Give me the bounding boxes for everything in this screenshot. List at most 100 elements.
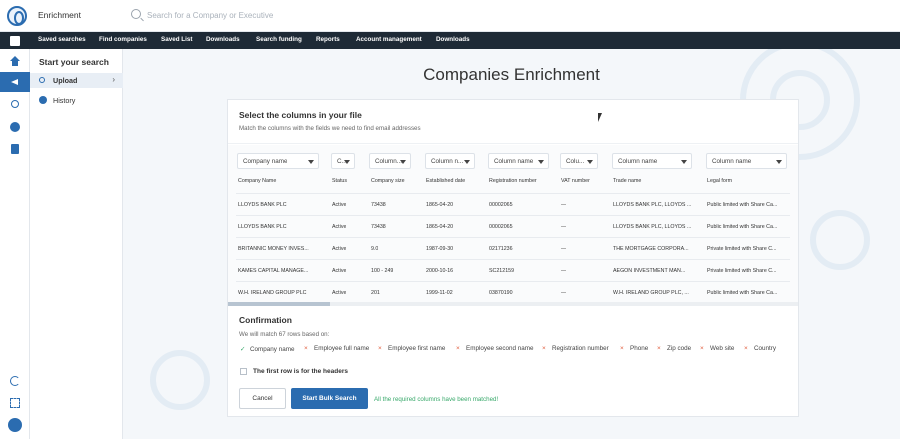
table-cell: — <box>561 202 567 208</box>
select-value: Column... <box>375 158 402 165</box>
column-select[interactable]: Column name <box>612 153 692 169</box>
column-select[interactable]: Column... <box>369 153 411 169</box>
column-select[interactable]: Column n... <box>425 153 475 169</box>
main-nav: Saved searches Find companies Saved List… <box>30 32 900 49</box>
section-subtitle: Match the columns with the fields we nee… <box>239 125 421 132</box>
chevron-down-icon <box>344 160 350 164</box>
table-cell: W.H. IRELAND GROUP PLC <box>238 290 307 296</box>
table-cell: 00002065 <box>489 202 513 208</box>
avatar[interactable] <box>8 418 22 432</box>
chevron-down-icon <box>776 160 782 164</box>
table-cell: 100 - 249 <box>371 268 394 274</box>
column-select[interactable]: Column name <box>706 153 787 169</box>
nav-reports[interactable]: Reports <box>316 36 340 43</box>
search-icon <box>131 9 141 19</box>
table-cell: LLOYDS BANK PLC <box>238 224 287 230</box>
column-select[interactable]: Column name <box>488 153 549 169</box>
chevron-right-icon: › <box>112 75 115 84</box>
table-row: KAMES CAPITAL MANAGE... Active 100 - 249… <box>236 259 790 281</box>
nav-search-funding[interactable]: Search funding <box>256 36 302 43</box>
table-cell: 1987-09-30 <box>426 246 454 252</box>
table-cell: BRITANNIC MONEY INVES... <box>238 246 309 252</box>
nav-downloads-2[interactable]: Downloads <box>436 36 470 43</box>
column-header: VAT number <box>561 178 590 184</box>
search-icon[interactable] <box>11 100 19 108</box>
bg-decoration <box>150 350 210 410</box>
column-header: Trade name <box>613 178 642 184</box>
table-cell: LLOYDS BANK PLC, LLOYDS ... <box>613 202 692 208</box>
table-cell: 02171236 <box>489 246 513 252</box>
table-cell: 9.0 <box>371 246 379 252</box>
cross-icon: × <box>304 345 308 352</box>
search-icon <box>39 77 45 83</box>
column-header: Established date <box>426 178 466 184</box>
cross-icon: × <box>378 345 382 352</box>
column-header: Status <box>332 178 348 184</box>
select-value: Column name <box>712 158 752 165</box>
cross-icon: × <box>456 345 460 352</box>
logo-icon[interactable] <box>7 6 27 26</box>
column-select[interactable]: C... <box>331 153 355 169</box>
nav-find-companies[interactable]: Find companies <box>99 36 147 43</box>
table-cell: 00002065 <box>489 224 513 230</box>
cross-icon: × <box>744 345 748 352</box>
nav-saved-searches[interactable]: Saved searches <box>38 36 86 43</box>
sidebar-item-upload[interactable]: Upload › <box>30 73 123 88</box>
headers-checkbox[interactable] <box>240 368 247 375</box>
match-label: Phone <box>630 345 649 352</box>
search-input[interactable] <box>147 8 447 22</box>
match-label: Country <box>754 345 777 352</box>
preview-table: Company name C... Column... Column n... … <box>228 145 798 306</box>
match-label: Employee full name <box>314 345 370 352</box>
document-icon[interactable] <box>11 144 19 154</box>
column-select[interactable]: Colu... <box>560 153 598 169</box>
chevron-down-icon <box>587 160 593 164</box>
table-row: W.H. IRELAND GROUP PLC Active 201 1999-1… <box>236 281 790 303</box>
table-row: BRITANNIC MONEY INVES... Active 9.0 1987… <box>236 237 790 259</box>
match-item: × Country <box>744 345 776 355</box>
start-bulk-search-button[interactable]: Start Bulk Search <box>291 388 368 409</box>
table-cell: — <box>561 224 567 230</box>
table-cell: LLOYDS BANK PLC, LLOYDS ... <box>613 224 692 230</box>
column-header: Company size <box>371 178 405 184</box>
table-cell: — <box>561 268 567 274</box>
sidebar-item-history[interactable]: History <box>30 93 123 108</box>
match-item: × Web site <box>700 345 734 355</box>
enrichment-card: Select the columns in your file Match th… <box>227 99 799 417</box>
columns-header: Select the columns in your file Match th… <box>228 100 798 144</box>
match-item: × Employee first name <box>378 345 445 355</box>
horizontal-scrollbar[interactable] <box>228 302 798 306</box>
match-label: Zip code <box>667 345 692 352</box>
table-cell: Active <box>332 246 347 252</box>
check-circle-icon[interactable] <box>10 122 20 132</box>
table-cell: Active <box>332 268 347 274</box>
match-label: Company name <box>250 346 295 353</box>
sidebar-title: Start your search <box>39 57 109 67</box>
table-cell: Active <box>332 290 347 296</box>
scrollbar-thumb[interactable] <box>228 302 330 306</box>
chevron-down-icon <box>464 160 470 164</box>
cross-icon: × <box>620 345 624 352</box>
nav-saved-list[interactable]: Saved List <box>161 36 193 43</box>
folder-icon[interactable] <box>10 36 20 46</box>
bg-decoration <box>810 210 870 270</box>
check-circle-icon <box>39 96 47 104</box>
sidebar-item-label: Upload <box>53 76 78 85</box>
sidebar-item-label: History <box>53 96 76 105</box>
icon-rail <box>0 32 30 439</box>
top-bar: Enrichment <box>0 0 900 32</box>
nav-account-management[interactable]: Account management <box>356 36 422 43</box>
home-icon[interactable] <box>10 56 20 66</box>
refresh-icon[interactable] <box>10 376 20 386</box>
table-cell: 1865-04-20 <box>426 224 454 230</box>
megaphone-icon[interactable] <box>10 77 20 87</box>
cancel-button[interactable]: Cancel <box>239 388 286 409</box>
table-cell: Active <box>332 224 347 230</box>
matched-status: All the required columns have been match… <box>374 396 499 403</box>
table-cell: Public limited with Share Ca... <box>707 224 778 230</box>
table-cell: LLOYDS BANK PLC <box>238 202 287 208</box>
column-select[interactable]: Company name <box>237 153 319 169</box>
grid-icon[interactable] <box>10 398 20 408</box>
nav-downloads[interactable]: Downloads <box>206 36 240 43</box>
app-title: Enrichment <box>38 10 81 20</box>
